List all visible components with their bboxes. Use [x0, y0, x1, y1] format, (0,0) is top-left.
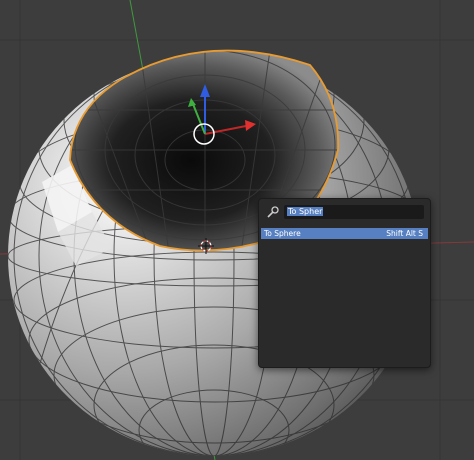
search-row: To Spher — [266, 205, 424, 219]
result-label: To Sphere — [264, 229, 301, 238]
search-result-item[interactable]: To Sphere Shift Alt S — [261, 228, 428, 239]
operator-search-popup[interactable]: To Spher To Sphere Shift Alt S — [258, 198, 431, 368]
result-shortcut: Shift Alt S — [386, 229, 423, 238]
search-input[interactable]: To Spher — [284, 205, 424, 219]
search-icon — [267, 206, 279, 218]
